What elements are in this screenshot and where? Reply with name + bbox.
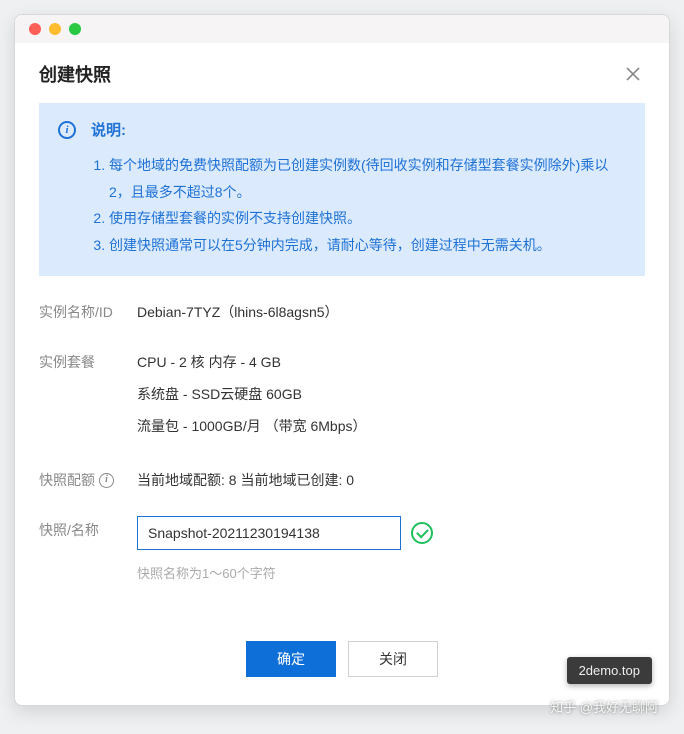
row-quota: 快照配额 i 当前地域配额: 8 当前地域已创建: 0: [39, 466, 645, 494]
info-list-item: 每个地域的免费快照配额为已创建实例数(待回收实例和存储型套餐实例除外)乘以2，且…: [109, 152, 627, 205]
close-button[interactable]: [621, 62, 645, 86]
dialog-window: 创建快照 i 说明: 每个地域的免费快照配额为已创建实例数(待回收实例和存储型套…: [14, 14, 670, 706]
cancel-button[interactable]: 关闭: [348, 641, 438, 677]
validation-check-icon: [411, 522, 433, 544]
close-icon: [625, 66, 641, 82]
info-panel: i 说明: 每个地域的免费快照配额为已创建实例数(待回收实例和存储型套餐实例除外…: [39, 103, 645, 276]
label-plan: 实例套餐: [39, 348, 137, 376]
window-zoom-dot[interactable]: [69, 23, 81, 35]
info-list-item: 创建快照通常可以在5分钟内完成，请耐心等待，创建过程中无需关机。: [109, 232, 627, 259]
row-instance: 实例名称/ID Debian-7TYZ（lhins-6l8agsn5）: [39, 298, 645, 326]
value-instance: Debian-7TYZ（lhins-6l8agsn5）: [137, 298, 645, 326]
snapshot-name-input[interactable]: [137, 516, 401, 550]
info-list: 每个地域的免费快照配额为已创建实例数(待回收实例和存储型套餐实例除外)乘以2，且…: [57, 152, 627, 258]
plan-disk: 系统盘 - SSD云硬盘 60GB: [137, 380, 645, 408]
info-header: i 说明:: [57, 119, 627, 140]
info-icon-wrapper: i: [57, 120, 77, 140]
label-quota: 快照配额 i: [39, 466, 137, 494]
label-quota-text: 快照配额: [39, 466, 95, 494]
window-close-dot[interactable]: [29, 23, 41, 35]
plan-cpu: CPU - 2 核 内存 - 4 GB: [137, 348, 645, 376]
dialog-content: i 说明: 每个地域的免费快照配额为已创建实例数(待回收实例和存储型套餐实例除外…: [15, 103, 669, 619]
confirm-button[interactable]: 确定: [246, 641, 336, 677]
name-input-row: [137, 516, 645, 550]
value-plan: CPU - 2 核 内存 - 4 GB 系统盘 - SSD云硬盘 60GB 流量…: [137, 348, 645, 444]
value-name-wrapper: 快照名称为1～60个字符: [137, 516, 645, 588]
tooltip-badge: 2demo.top: [567, 657, 652, 684]
help-icon[interactable]: i: [99, 473, 114, 488]
window-minimize-dot[interactable]: [49, 23, 61, 35]
dialog-header: 创建快照: [15, 43, 669, 103]
info-icon: i: [58, 121, 76, 139]
row-plan: 实例套餐 CPU - 2 核 内存 - 4 GB 系统盘 - SSD云硬盘 60…: [39, 348, 645, 444]
plan-traffic: 流量包 - 1000GB/月 （带宽 6Mbps）: [137, 412, 645, 440]
label-instance: 实例名称/ID: [39, 298, 137, 326]
info-title: 说明:: [91, 119, 126, 140]
dialog-title: 创建快照: [39, 61, 111, 87]
info-list-item: 使用存储型套餐的实例不支持创建快照。: [109, 205, 627, 232]
window-titlebar: [15, 15, 669, 43]
row-name: 快照/名称 快照名称为1～60个字符: [39, 516, 645, 588]
name-hint: 快照名称为1～60个字符: [137, 560, 645, 588]
value-quota: 当前地域配额: 8 当前地域已创建: 0: [137, 466, 645, 494]
label-name: 快照/名称: [39, 516, 137, 544]
